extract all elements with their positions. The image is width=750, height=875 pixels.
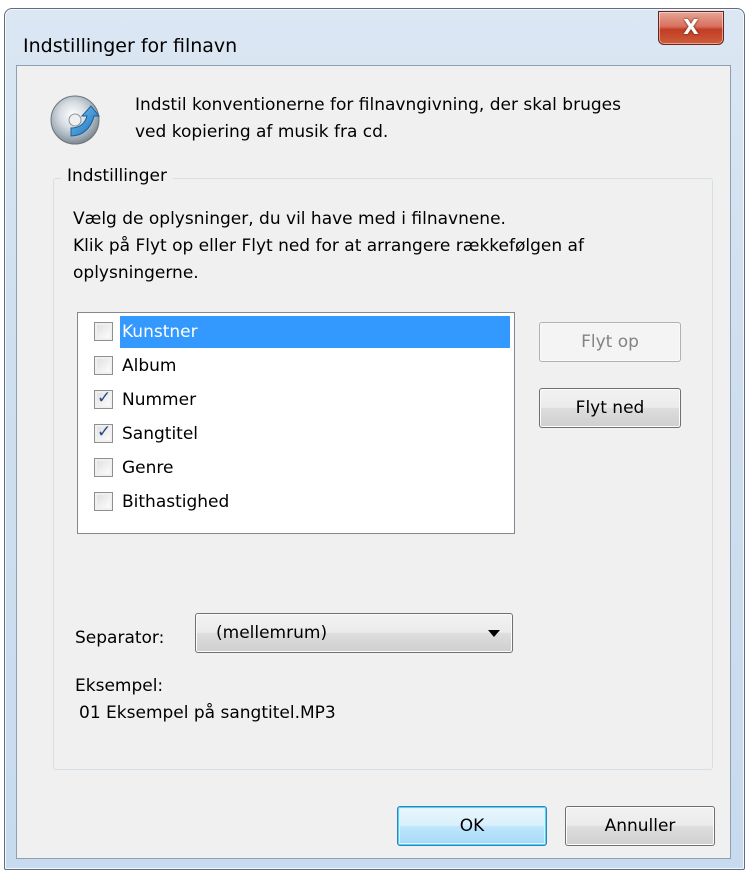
list-item-bithastighed[interactable]: Bithastighed — [82, 486, 510, 518]
list-item-label: Album — [122, 356, 177, 376]
dialog-description: Indstil konventionerne for filnavngivnin… — [135, 92, 705, 146]
description-line: Indstil konventionerne for filnavngivnin… — [135, 95, 621, 115]
dialog-body: Indstil konventionerne for filnavngivnin… — [16, 65, 731, 859]
list-item-kunstner[interactable]: Kunstner — [82, 316, 510, 348]
separator-value: (mellemrum) — [216, 623, 328, 643]
checkbox-album[interactable] — [94, 356, 113, 375]
move-down-button[interactable]: Flyt ned — [539, 388, 681, 428]
list-item-album[interactable]: Album — [82, 350, 510, 382]
cd-arrow-icon — [50, 95, 101, 145]
close-icon: X — [683, 15, 699, 39]
move-up-button[interactable]: Flyt op — [539, 322, 681, 362]
list-item-label: Sangtitel — [122, 424, 199, 444]
instruction-line: Klik på Flyt op eller Flyt ned for at ar… — [73, 236, 584, 256]
checkbox-nummer[interactable]: ✓ — [94, 388, 113, 409]
separator-dropdown[interactable]: (mellemrum) — [195, 613, 513, 653]
example-value: 01 Eksempel på sangtitel.MP3 — [79, 703, 336, 723]
checkbox-kunstner[interactable] — [94, 322, 113, 341]
checkmark-icon: ✓ — [97, 422, 112, 442]
settings-group-label: Indstillinger — [61, 166, 174, 186]
separator-label: Separator: — [75, 628, 165, 648]
list-item-label: Kunstner — [120, 316, 510, 348]
example-label: Eksempel: — [75, 676, 164, 696]
checkmark-icon: ✓ — [97, 388, 112, 408]
field-listbox[interactable]: Kunstner Album ✓ Nummer ✓ Sangtitel Genr… — [77, 312, 515, 534]
checkbox-sangtitel[interactable]: ✓ — [94, 422, 113, 443]
list-item-nummer[interactable]: ✓ Nummer — [82, 384, 510, 416]
ok-button[interactable]: OK — [397, 806, 547, 846]
list-item-label: Nummer — [122, 390, 197, 410]
list-item-label: Bithastighed — [122, 492, 230, 512]
instruction-line: Vælg de oplysninger, du vil have med i f… — [73, 209, 506, 229]
instruction-line: oplysningerne. — [73, 263, 199, 283]
chevron-down-icon — [488, 630, 500, 637]
list-item-genre[interactable]: Genre — [82, 452, 510, 484]
description-line: ved kopiering af musik fra cd. — [135, 122, 389, 142]
dialog-window: Indstillinger for filnavn X Indstil konv… — [4, 8, 745, 870]
cancel-button[interactable]: Annuller — [565, 806, 715, 846]
title-bar[interactable]: Indstillinger for filnavn X — [5, 9, 744, 73]
close-button[interactable]: X — [658, 11, 724, 45]
checkbox-bithastighed[interactable] — [94, 492, 113, 511]
list-item-label: Genre — [122, 458, 174, 478]
checkbox-genre[interactable] — [94, 458, 113, 477]
instructions-text: Vælg de oplysninger, du vil have med i f… — [73, 206, 693, 287]
dialog-title: Indstillinger for filnavn — [23, 35, 238, 57]
list-item-sangtitel[interactable]: ✓ Sangtitel — [82, 418, 510, 450]
